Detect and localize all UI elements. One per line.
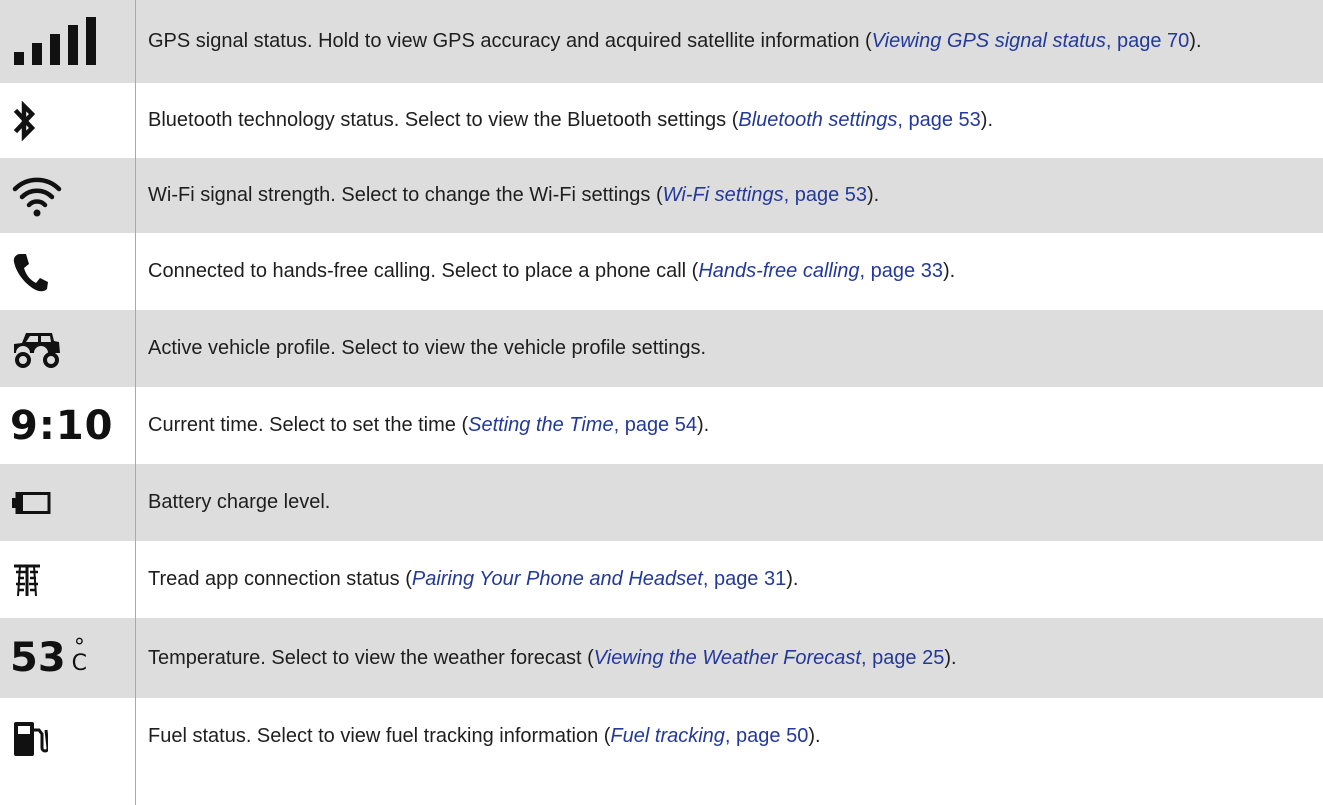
link-pairing-your-phone-and-headset[interactable]: Pairing Your Phone and Headset, page 31 bbox=[412, 568, 786, 590]
row-description: Current time. Select to set the time (Se… bbox=[148, 414, 710, 436]
row-description: Fuel status. Select to view fuel trackin… bbox=[148, 725, 821, 747]
temperature-display-icon: 53 ° C bbox=[10, 635, 88, 681]
link-setting-the-time[interactable]: Setting the Time, page 54 bbox=[468, 414, 697, 436]
bluetooth-icon bbox=[12, 100, 38, 141]
icon-cell bbox=[0, 0, 136, 83]
gps-signal-icon bbox=[12, 16, 98, 67]
icon-cell bbox=[0, 83, 136, 158]
row-description: Battery charge level. bbox=[148, 491, 331, 513]
icon-cell bbox=[0, 233, 136, 310]
row-description: Wi-Fi signal strength. Select to change … bbox=[148, 184, 880, 206]
icon-cell bbox=[0, 464, 136, 541]
fuel-pump-icon bbox=[12, 720, 48, 758]
table-row-gps: GPS signal status. Hold to view GPS accu… bbox=[0, 0, 1323, 83]
battery-icon bbox=[12, 491, 52, 514]
table-row-vehicle-profile: Active vehicle profile. Select to view t… bbox=[0, 310, 1323, 387]
table-row-current-time: 9:10 Current time. Select to set the tim… bbox=[0, 387, 1323, 464]
status-icon-table: GPS signal status. Hold to view GPS accu… bbox=[0, 0, 1323, 805]
table-row-battery: Battery charge level. bbox=[0, 464, 1323, 541]
link-viewing-gps-signal-status[interactable]: Viewing GPS signal status, page 70 bbox=[872, 30, 1190, 52]
table-row-bluetooth: Bluetooth technology status. Select to v… bbox=[0, 83, 1323, 158]
link-hands-free-calling[interactable]: Hands-free calling, page 33 bbox=[698, 260, 943, 282]
table-row-wifi: Wi-Fi signal strength. Select to change … bbox=[0, 158, 1323, 233]
table-row-temperature: 53 ° C Temperature. Select to view the w… bbox=[0, 618, 1323, 698]
row-description: Temperature. Select to view the weather … bbox=[148, 646, 957, 669]
link-fuel-tracking[interactable]: Fuel tracking, page 50 bbox=[610, 725, 808, 747]
icon-cell bbox=[0, 698, 136, 805]
table-row-fuel: Fuel status. Select to view fuel trackin… bbox=[0, 698, 1323, 805]
row-description: Bluetooth technology status. Select to v… bbox=[148, 109, 993, 131]
link-viewing-the-weather-forecast[interactable]: Viewing the Weather Forecast, page 25 bbox=[594, 647, 945, 669]
row-description: Active vehicle profile. Select to view t… bbox=[148, 337, 707, 359]
off-road-vehicle-icon bbox=[12, 329, 62, 369]
icon-cell bbox=[0, 541, 136, 618]
time-display-icon: 9:10 bbox=[10, 402, 114, 449]
wifi-icon bbox=[12, 174, 62, 218]
row-description: Tread app connection status (Pairing You… bbox=[148, 568, 799, 590]
icon-cell bbox=[0, 158, 136, 233]
phone-icon bbox=[12, 252, 48, 292]
table-row-tread-app: Tread app connection status (Pairing You… bbox=[0, 541, 1323, 618]
icon-cell: 9:10 bbox=[0, 387, 136, 464]
link-wifi-settings[interactable]: Wi-Fi settings, page 53 bbox=[663, 184, 867, 206]
row-description: GPS signal status. Hold to view GPS accu… bbox=[148, 30, 1202, 52]
link-bluetooth-settings[interactable]: Bluetooth settings, page 53 bbox=[738, 109, 980, 131]
icon-cell bbox=[0, 310, 136, 387]
table-row-phone: Connected to hands-free calling. Select … bbox=[0, 233, 1323, 310]
tread-app-icon bbox=[12, 563, 42, 597]
row-description: Connected to hands-free calling. Select … bbox=[148, 260, 956, 282]
icon-cell: 53 ° C bbox=[0, 618, 136, 698]
